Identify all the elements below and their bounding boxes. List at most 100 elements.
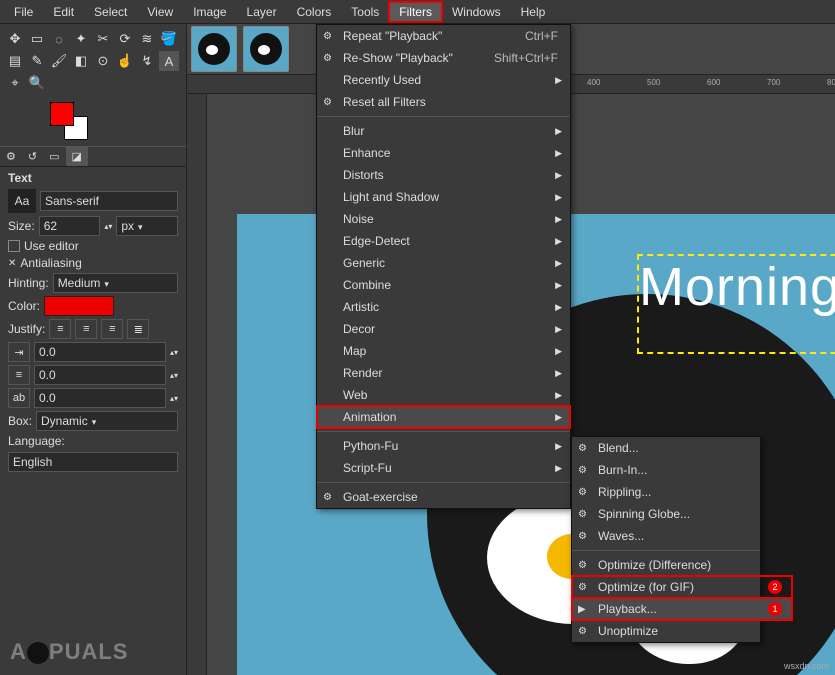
tool-bucket[interactable]: 🪣 [159,29,179,49]
mi-unoptimize[interactable]: ⚙Unoptimize [572,620,792,642]
mi-burnin[interactable]: ⚙Burn-In... [572,459,792,481]
ruler-vertical [187,94,207,675]
gear-icon: ⚙ [578,626,587,637]
dock-tab-images[interactable]: ▭ [43,147,65,166]
mi-recent[interactable]: Recently Used▶ [317,69,570,91]
mi-map[interactable]: Map▶ [317,340,570,362]
tool-gradient[interactable]: ▤ [5,51,25,71]
dock-tab-tool-options[interactable]: ⚙ [0,147,22,166]
size-unit[interactable]: px [116,216,178,236]
mi-noise[interactable]: Noise▶ [317,208,570,230]
menu-tools[interactable]: Tools [341,2,389,22]
mi-light[interactable]: Light and Shadow▶ [317,186,570,208]
gear-icon: ⚙ [578,531,587,542]
mi-reshow[interactable]: ⚙Re-Show "Playback"Shift+Ctrl+F [317,47,570,69]
size-input[interactable]: 62 [39,216,101,236]
justify-fill[interactable]: ≣ [127,319,149,339]
line-spacing-input[interactable]: 0.0 [34,365,166,385]
menu-image[interactable]: Image [183,2,236,22]
mi-waves[interactable]: ⚙Waves... [572,525,792,547]
mi-reset[interactable]: ⚙Reset all Filters [317,91,570,113]
justify-center[interactable]: ≡ [101,319,123,339]
close-icon[interactable]: ✕ [8,258,16,269]
tool-lasso[interactable]: ◌ [49,29,69,49]
justify-left[interactable]: ≡ [49,319,71,339]
mi-optimize-gif[interactable]: ⚙Optimize (for GIF)2 [572,576,792,598]
animation-submenu: ⚙Blend... ⚙Burn-In... ⚙Rippling... ⚙Spin… [571,436,761,643]
mi-spinning[interactable]: ⚙Spinning Globe... [572,503,792,525]
menu-colors[interactable]: Colors [287,2,342,22]
color-swatch[interactable] [50,102,90,142]
fg-color[interactable] [50,102,74,126]
mi-optimize-diff[interactable]: ⚙Optimize (Difference) [572,554,792,576]
tool-pencil[interactable]: ✎ [27,51,47,71]
size-label: Size: [8,219,35,233]
tool-brush[interactable]: 🖌 [49,51,69,71]
menu-edit[interactable]: Edit [43,2,84,22]
gear-icon: ⚙ [578,487,587,498]
tool-path[interactable]: ↯ [137,51,157,71]
box-select[interactable]: Dynamic [36,411,178,431]
tool-rect-select[interactable]: ▭ [27,29,47,49]
thumbnail-1[interactable] [191,26,237,72]
mi-edge[interactable]: Edge-Detect▶ [317,230,570,252]
tool-smudge[interactable]: ☝ [115,51,135,71]
justify-right[interactable]: ≡ [75,319,97,339]
indent-input[interactable]: 0.0 [34,342,166,362]
text-color-button[interactable] [44,296,114,316]
mi-distorts[interactable]: Distorts▶ [317,164,570,186]
mi-blur[interactable]: Blur▶ [317,120,570,142]
thumbnail-2[interactable] [243,26,289,72]
font-field[interactable]: Sans-serif [40,191,178,211]
use-editor-checkbox[interactable] [8,240,20,252]
text-selection[interactable]: Morning [637,254,835,354]
mi-playback[interactable]: ▶Playback...1 [572,598,792,620]
menu-help[interactable]: Help [511,2,556,22]
menu-windows[interactable]: Windows [442,2,511,22]
mi-artistic[interactable]: Artistic▶ [317,296,570,318]
tool-zoom[interactable]: 🔍 [27,73,47,93]
mi-scriptfu[interactable]: Script-Fu▶ [317,457,570,479]
filters-menu: ⚙Repeat "Playback"Ctrl+F ⚙Re-Show "Playb… [316,24,571,509]
box-label: Box: [8,414,32,428]
tool-pick[interactable]: ⌖ [5,73,25,93]
tool-move[interactable]: ✥ [5,29,25,49]
menu-view[interactable]: View [137,2,183,22]
tool-clone[interactable]: ⊙ [93,51,113,71]
gear-icon: ⚙ [578,509,587,520]
gear-icon: ⚙ [323,97,332,108]
color-label: Color: [8,299,40,313]
line-spacing-icon: ≡ [8,365,30,385]
language-input[interactable]: English [8,452,178,472]
gear-icon: ⚙ [323,31,332,42]
mi-web[interactable]: Web▶ [317,384,570,406]
tool-text[interactable]: A [159,51,179,71]
menu-file[interactable]: File [4,2,43,22]
mi-animation[interactable]: Animation▶ [317,406,570,428]
mi-repeat[interactable]: ⚙Repeat "Playback"Ctrl+F [317,25,570,47]
language-label: Language: [8,434,65,448]
mi-combine[interactable]: Combine▶ [317,274,570,296]
mi-enhance[interactable]: Enhance▶ [317,142,570,164]
letter-spacing-input[interactable]: 0.0 [34,388,166,408]
gear-icon: ⚙ [323,492,332,503]
menu-filters[interactable]: Filters [389,2,442,22]
mi-generic[interactable]: Generic▶ [317,252,570,274]
tool-rotate[interactable]: ⟳ [115,29,135,49]
dock-tab-devices[interactable]: ↺ [22,147,43,166]
tool-fuzzy[interactable]: ✦ [71,29,91,49]
dock-tab-undo[interactable]: ◪ [66,147,88,166]
mi-decor[interactable]: Decor▶ [317,318,570,340]
mi-rippling[interactable]: ⚙Rippling... [572,481,792,503]
mi-pythonfu[interactable]: Python-Fu▶ [317,435,570,457]
tool-warp[interactable]: ≋ [137,29,157,49]
hinting-select[interactable]: Medium [53,273,178,293]
menu-select[interactable]: Select [84,2,137,22]
menu-layer[interactable]: Layer [237,2,287,22]
font-preview: Aa [8,189,36,213]
tool-crop[interactable]: ✂ [93,29,113,49]
tool-eraser[interactable]: ◧ [71,51,91,71]
mi-render[interactable]: Render▶ [317,362,570,384]
mi-goat[interactable]: ⚙Goat-exercise [317,486,570,508]
mi-blend[interactable]: ⚙Blend... [572,437,792,459]
